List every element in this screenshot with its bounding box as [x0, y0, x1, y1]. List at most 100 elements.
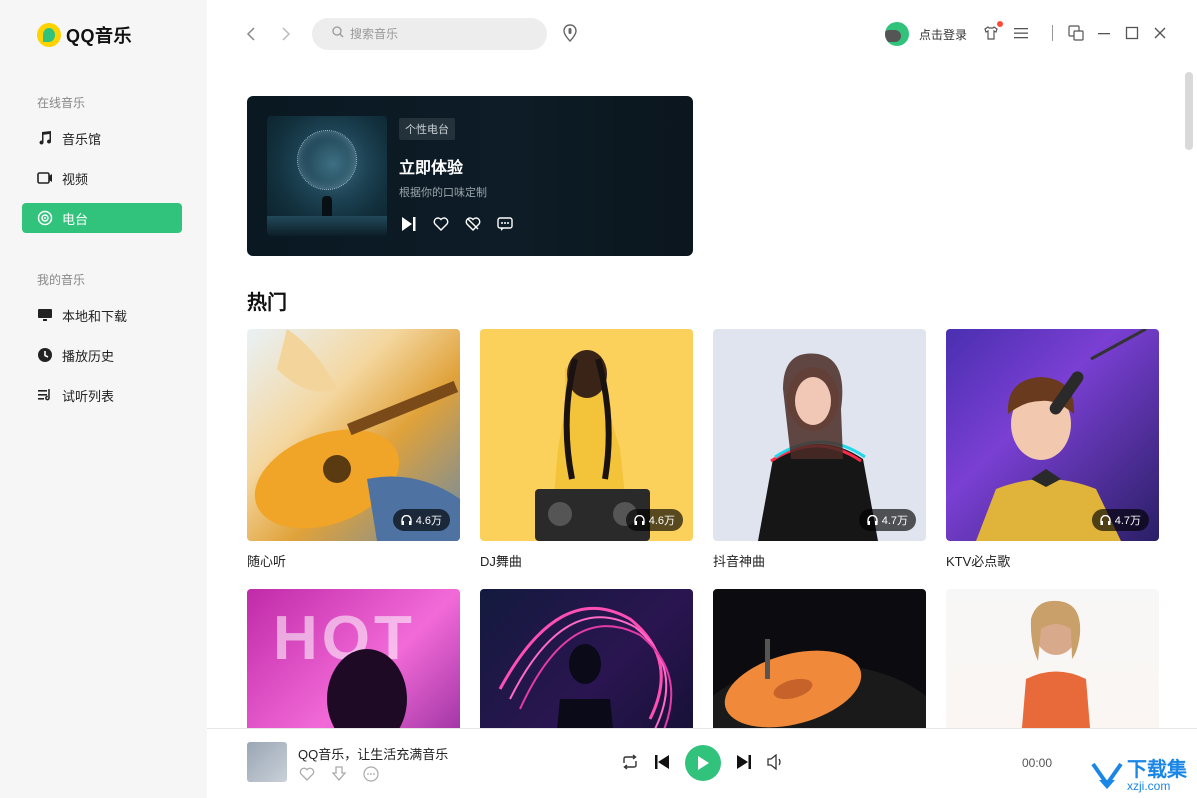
radio-card-title[interactable]: 随心听: [247, 551, 460, 570]
radio-card-cover[interactable]: [480, 589, 693, 728]
banner-artwork: [267, 116, 387, 236]
sidebar-item-label: 电台: [62, 211, 89, 227]
radio-card-cover[interactable]: [946, 589, 1159, 728]
radio-card-cover[interactable]: [713, 589, 926, 728]
scrollbar[interactable]: [1185, 72, 1193, 150]
radio-card-cover[interactable]: HOT: [247, 589, 460, 728]
search-box[interactable]: [312, 18, 547, 50]
personal-radio-banner[interactable]: 个性电台 立即体验 根据你的口味定制: [247, 96, 693, 256]
radio-card[interactable]: 4.7万 KTV必点歌: [946, 329, 1159, 570]
next-track-icon[interactable]: [734, 752, 754, 772]
top-bar: 点击登录: [207, 0, 1197, 68]
login-label: 点击登录: [918, 27, 967, 42]
sidebar-item-video[interactable]: 视频: [22, 163, 182, 193]
radio-card[interactable]: 4.6万 随心听: [247, 329, 460, 570]
skin-icon[interactable]: [982, 21, 1003, 42]
watermark-logo-icon: [1091, 762, 1123, 789]
banner-actions: [399, 214, 515, 234]
watermark-url: xzji.com: [1127, 779, 1171, 793]
sidebar-item-label: 视频: [62, 171, 89, 187]
more-icon[interactable]: [362, 765, 380, 783]
sidebar-item-local-download[interactable]: 本地和下载: [22, 300, 182, 330]
radio-card[interactable]: HOT: [247, 589, 460, 728]
radio-card-cover[interactable]: 4.6万: [247, 329, 460, 541]
divider: [1052, 25, 1053, 41]
radio-card-title[interactable]: 抖音神曲: [713, 551, 926, 570]
sidebar-item-label: 音乐馆: [62, 131, 102, 147]
radio-card[interactable]: 4.6万 DJ舞曲: [480, 329, 693, 570]
sidebar-item-label: 本地和下载: [62, 308, 128, 324]
play-button[interactable]: [685, 745, 721, 781]
sidebar-item-label: 试听列表: [62, 388, 115, 404]
like-icon[interactable]: [431, 214, 451, 234]
radio-card[interactable]: 4.7万 抖音神曲: [713, 329, 926, 570]
sidebar-item-music-hall[interactable]: 音乐馆: [22, 123, 182, 153]
headphones-icon: [634, 515, 645, 525]
radio-card[interactable]: [946, 589, 1159, 728]
maximize-icon[interactable]: [1123, 24, 1141, 42]
section-title-hot: 热门: [247, 292, 287, 314]
play-next-icon[interactable]: [399, 214, 419, 234]
close-icon[interactable]: [1151, 24, 1169, 42]
comment-icon[interactable]: [495, 214, 515, 234]
back-arrow-icon[interactable]: [241, 24, 261, 44]
play-count-badge: 4.6万: [625, 509, 683, 531]
play-icon: [698, 756, 709, 770]
banner-tag: 个性电台: [399, 118, 455, 140]
radio-card-cover[interactable]: 4.7万: [713, 329, 926, 541]
minimize-icon[interactable]: [1095, 24, 1113, 42]
play-count-badge: 4.7万: [858, 509, 916, 531]
sidebar-item-label: 播放历史: [62, 348, 115, 364]
radio-card-title[interactable]: KTV必点歌: [946, 551, 1159, 570]
search-icon: [332, 25, 344, 43]
previous-track-icon[interactable]: [652, 752, 672, 772]
app-logo[interactable]: QQ音乐: [37, 22, 132, 48]
search-input[interactable]: [350, 27, 530, 41]
volume-icon[interactable]: [765, 752, 785, 772]
headphones-icon: [1100, 515, 1111, 525]
music-note-icon: [36, 129, 54, 147]
section-title-online: 在线音乐: [37, 96, 86, 110]
sidebar: QQ音乐 在线音乐 音乐馆 视频 电台 我的音乐 本地和下载 播放历史 试听列表: [0, 0, 207, 798]
forward-arrow-icon[interactable]: [276, 24, 296, 44]
banner-title: 立即体验: [399, 160, 464, 177]
play-count-badge: 4.7万: [1091, 509, 1149, 531]
mini-mode-icon[interactable]: [1067, 24, 1085, 42]
dislike-icon[interactable]: [463, 214, 483, 234]
login-button[interactable]: 点击登录: [884, 22, 967, 46]
repeat-mode-icon[interactable]: [620, 752, 640, 772]
headphones-icon: [401, 515, 412, 525]
radio-card[interactable]: [480, 589, 693, 728]
playlist-icon: [36, 386, 54, 404]
section-title-mine: 我的音乐: [37, 273, 86, 287]
radio-icon: [36, 209, 54, 227]
now-playing-cover[interactable]: [247, 742, 287, 782]
avatar: [884, 22, 909, 46]
main-content: 个性电台 立即体验 根据你的口味定制 热门 4.6万 随心听 4.6万 DJ舞曲…: [207, 68, 1181, 728]
radio-card[interactable]: [713, 589, 926, 728]
radio-card-title[interactable]: DJ舞曲: [480, 551, 693, 570]
radio-card-cover[interactable]: 4.6万: [480, 329, 693, 541]
sidebar-item-radio[interactable]: 电台: [22, 203, 182, 233]
notification-dot: [997, 21, 1003, 27]
radio-card-cover[interactable]: 4.7万: [946, 329, 1159, 541]
video-icon: [36, 169, 54, 187]
like-icon[interactable]: [298, 765, 316, 783]
monitor-icon: [36, 306, 54, 324]
site-watermark: 下载集 xzji.com: [1091, 760, 1187, 792]
player-actions: [298, 765, 380, 783]
playback-time: 00:00: [1022, 756, 1053, 770]
sidebar-item-history[interactable]: 播放历史: [22, 340, 182, 370]
now-playing-title: QQ音乐，让生活充满音乐: [298, 747, 449, 762]
qq-music-logo-icon: [37, 23, 61, 47]
player-bar: QQ音乐，让生活充满音乐 00:00: [207, 728, 1197, 798]
sidebar-item-playlist[interactable]: 试听列表: [22, 380, 182, 410]
download-icon[interactable]: [330, 765, 348, 783]
headphones-icon: [867, 515, 878, 525]
clock-icon: [36, 346, 54, 364]
play-count-badge: 4.6万: [392, 509, 450, 531]
app-name: QQ音乐: [66, 26, 133, 46]
voice-search-icon[interactable]: [562, 24, 580, 44]
banner-subtitle: 根据你的口味定制: [399, 187, 487, 199]
menu-icon[interactable]: [1012, 24, 1030, 42]
